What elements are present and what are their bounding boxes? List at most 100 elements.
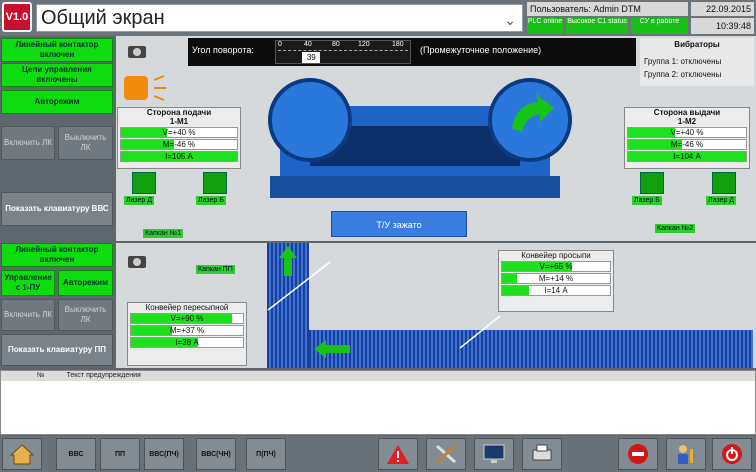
home-button[interactable] (2, 438, 42, 470)
out-moment: M=-46 % (627, 139, 747, 150)
login-button[interactable] (666, 438, 706, 470)
angle-scale: 0 40 80 120 180 39 (275, 40, 411, 64)
vibrator-group-2: Группа 2: отключены (644, 70, 722, 79)
out-side-title: Сторона выдачи (653, 108, 721, 117)
status-c1: Высокое С1 status (566, 18, 628, 34)
camera-icon[interactable] (122, 40, 152, 64)
laser-b-label-2: Лазер Б (632, 196, 662, 205)
laser-b-label: Лазер Б (196, 196, 226, 205)
show-keyboard-vvs-button[interactable]: Показать клавиатуру ВВС (1, 192, 113, 226)
rotation-angle-bar: Угол поворота: 0 40 80 120 180 39 (Проме… (188, 38, 636, 66)
reload-conveyor-panel: Конвейер пересыпной V=+90 % M=+37 % I=38… (127, 302, 247, 366)
angle-state: (Промежуточное положение) (420, 45, 542, 55)
alarm-header: № Текст предупреждения (1, 371, 755, 381)
line-contactor-status: Линейный контактор включен (1, 38, 113, 62)
p-pch-label: П(ПЧ) (256, 450, 276, 458)
disable-lk-button[interactable]: Выключить ЛК (58, 126, 113, 160)
logo: V1.0 (2, 2, 32, 32)
control-chains-status: Цепи управления включены (1, 63, 113, 87)
enable-lk-button[interactable]: Включить ЛК (1, 126, 55, 160)
user-label: Пользователь: Admin DTM (527, 2, 688, 16)
car-dumper-graphic (268, 78, 572, 198)
alarm-col-no: № (37, 372, 45, 379)
reload-speed: V=+90 % (130, 313, 244, 324)
monitor-button[interactable] (474, 438, 514, 470)
tick-label: 80 (332, 41, 340, 48)
kapkan-2-label: Капкан №2 (655, 224, 696, 233)
vibrator-group-1: Группа 1: отключены (644, 57, 722, 66)
reload-moment: M=+37 % (130, 325, 244, 336)
feed-motor: 1-М1 (169, 117, 189, 126)
screen-selector[interactable]: Общий экран ⌄ (36, 4, 523, 32)
out-side-panel: Сторона выдачи 1-М2 V=+40 % M=-46 % I=10… (624, 107, 750, 169)
laser-d-label-2: Лазер Д (706, 196, 737, 205)
reload-current: I=38 А (130, 337, 244, 348)
p-pch-button[interactable]: П(ПЧ) (246, 438, 286, 470)
enable-lk-button-2[interactable]: Включить ЛК (1, 299, 55, 331)
stop-icon (628, 444, 648, 464)
tick-label: 120 (358, 41, 370, 48)
pp-label: ПП (114, 450, 126, 458)
screen-title: Общий экран (41, 7, 165, 29)
show-keyboard-pp-button[interactable]: Показать клавиатуру ПП (1, 334, 113, 366)
feed-moment: M=-46 % (120, 139, 238, 150)
control-from-pu-button[interactable]: Управление с 1-ПУ (1, 270, 55, 296)
vvs-label: ВВС (68, 450, 84, 458)
date-label: 22.09.2015 (691, 2, 754, 16)
feed-current: I=105 А (120, 151, 238, 162)
feed-side-title: Сторона подачи (146, 108, 212, 117)
out-current: I=104 А (627, 151, 747, 162)
power-icon (722, 444, 742, 464)
laser-lamp-icon (640, 172, 664, 194)
vibrators-panel: Вибраторы Группа 1: отключены Группа 2: … (640, 38, 754, 86)
laser-d-label: Лазер Д (124, 196, 155, 205)
feed-speed: V=+40 % (120, 127, 238, 138)
vvs-pch-button[interactable]: ВВС(ПЧ) (144, 438, 184, 470)
kapkan-pp-label: Капкан ПП (196, 265, 235, 274)
angle-value: 39 (302, 52, 321, 63)
home-icon (10, 444, 34, 465)
spill-conveyor-panel: Конвейер просыпи V=+65 % M=+14 % I=14 А (498, 250, 614, 312)
alarm-col-text: Текст предупреждения (66, 372, 141, 379)
alarms-button[interactable] (378, 438, 418, 470)
tu-clamped-button[interactable]: Т/У зажато (331, 211, 467, 237)
spill-moment: M=+14 % (501, 273, 611, 284)
tools-icon (436, 444, 456, 464)
feed-side-panel: Сторона подачи 1-М1 V=+40 % M=-46 % I=10… (117, 107, 241, 169)
print-button[interactable] (522, 438, 562, 470)
tick-label: 40 (304, 41, 312, 48)
auto-mode-button[interactable]: Авторежим (1, 90, 113, 114)
line-contactor-status-2: Линейный контактор включен (1, 243, 113, 267)
status-su: СУ в работе (631, 18, 688, 34)
disable-lk-button-2[interactable]: Выключить ЛК (58, 299, 113, 331)
chevron-down-icon: ⌄ (504, 12, 516, 28)
vvs-button[interactable]: ВВС (56, 438, 96, 470)
vvs-chn-label: ВВС(ЧН) (201, 450, 231, 458)
alarm-list[interactable]: № Текст предупреждения (0, 370, 756, 435)
vvs-chn-button[interactable]: ВВС(ЧН) (196, 438, 236, 470)
status-plc: PLC online (527, 18, 563, 34)
printer-icon (532, 444, 552, 461)
power-button[interactable] (712, 438, 752, 470)
emergency-stop-button[interactable] (618, 438, 658, 470)
tools-button[interactable] (426, 438, 466, 470)
tick-label: 0 (278, 41, 282, 48)
warning-icon (387, 445, 409, 464)
reload-conveyor-title: Конвейер пересыпной (145, 303, 229, 312)
vvs-pch-label: ВВС(ПЧ) (149, 450, 179, 458)
laser-lamp-icon (132, 172, 156, 194)
angle-label: Угол поворота: (192, 45, 254, 55)
auto-mode-button-2[interactable]: Авторежим (58, 270, 113, 296)
spill-conveyor-title: Конвейер просыпи (521, 251, 591, 260)
out-speed: V=+40 % (627, 127, 747, 138)
user-key-icon (678, 445, 693, 464)
pp-button[interactable]: ПП (100, 438, 140, 470)
time-label: 10:39:48 (691, 18, 754, 34)
vibrators-title: Вибраторы (674, 40, 720, 49)
siren-icon (124, 75, 166, 101)
monitor-icon (483, 444, 505, 463)
out-motor: 1-М2 (677, 117, 697, 126)
kapkan-1-label: Капкан №1 (143, 229, 184, 238)
laser-lamp-icon (203, 172, 227, 194)
camera-icon-2[interactable] (122, 250, 152, 274)
